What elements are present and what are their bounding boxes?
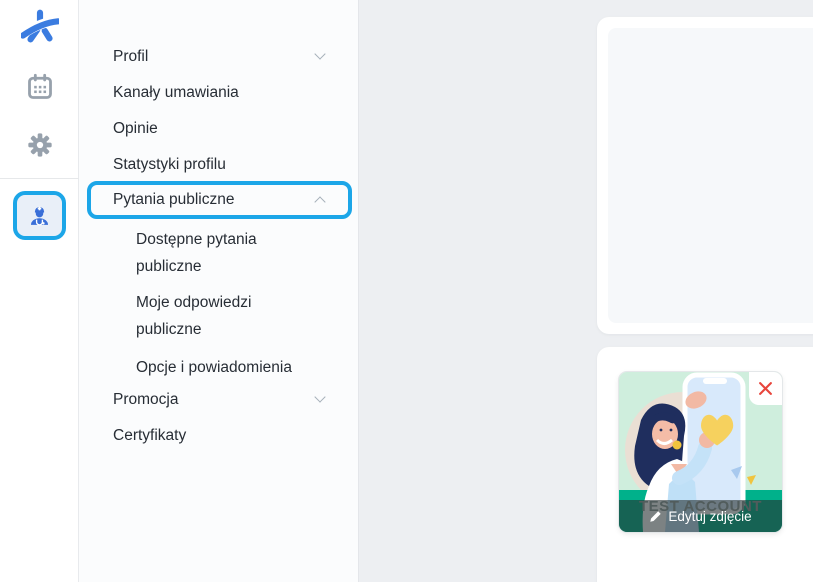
menu-item-opcje-i-powiadomienia[interactable]: Opcje i powiadomienia	[136, 354, 304, 381]
menu-item-moje-odpowiedzi-publiczne[interactable]: Moje odpowiedzi publiczne	[136, 289, 304, 343]
menu-item-label: Kanały umawiania	[113, 84, 239, 101]
icon-rail	[0, 0, 79, 582]
menu-item-label: Dostępne pytania publiczne	[136, 231, 257, 275]
chevron-down-icon	[314, 391, 325, 402]
docplanner-logo-icon	[21, 8, 59, 46]
settings-nav-button[interactable]	[26, 131, 54, 159]
menu-item-label: Profil	[113, 48, 148, 65]
close-icon	[758, 381, 773, 396]
profile-photo: TEST ACCOUNT Edytuj zdjęcie	[619, 372, 782, 532]
close-photo-button[interactable]	[749, 372, 782, 405]
doctor-profile-nav-button[interactable]	[13, 191, 66, 240]
edit-photo-label: Edytuj zdjęcie	[668, 509, 751, 524]
menu-item-label: Pytania publiczne	[113, 191, 235, 208]
pencil-icon	[649, 510, 662, 523]
menu-item-kanaly-umawiania[interactable]: Kanały umawiania	[113, 82, 332, 104]
menu-item-opinie[interactable]: Opinie	[113, 118, 332, 140]
doctor-icon	[27, 203, 52, 228]
menu-item-label: Certyfikaty	[113, 427, 186, 444]
menu-item-label: Opcje i powiadomienia	[136, 359, 292, 376]
edit-photo-button[interactable]: Edytuj zdjęcie	[619, 500, 782, 532]
menu-item-pytania-publiczne[interactable]: Pytania publiczne	[113, 189, 332, 211]
content-placeholder-panel	[608, 28, 813, 323]
menu-item-promocja[interactable]: Promocja	[113, 389, 332, 411]
rail-divider	[0, 178, 79, 179]
menu-item-label: Moje odpowiedzi publiczne	[136, 294, 251, 338]
chevron-down-icon	[314, 48, 325, 59]
calendar-icon	[26, 73, 54, 101]
menu-item-certyfikaty[interactable]: Certyfikaty	[113, 425, 332, 447]
content-card-top	[597, 17, 813, 334]
menu-item-profil[interactable]: Profil	[113, 46, 332, 68]
chevron-up-icon	[314, 196, 325, 207]
main-content: TEST ACCOUNT Edytuj zdjęcie	[360, 0, 813, 582]
app-logo[interactable]	[21, 8, 59, 46]
menu-item-label: Statystyki profilu	[113, 156, 226, 173]
profile-photo-card: TEST ACCOUNT Edytuj zdjęcie	[597, 347, 813, 582]
menu-item-statystyki-profilu[interactable]: Statystyki profilu	[113, 154, 332, 176]
profile-menu: Profil Kanały umawiania Opinie Statystyk…	[79, 0, 359, 582]
menu-item-label: Opinie	[113, 120, 158, 137]
gear-icon	[26, 131, 54, 159]
calendar-nav-button[interactable]	[26, 73, 54, 101]
menu-item-label: Promocja	[113, 391, 178, 408]
menu-item-dostepne-pytania-publiczne[interactable]: Dostępne pytania publiczne	[136, 226, 304, 280]
